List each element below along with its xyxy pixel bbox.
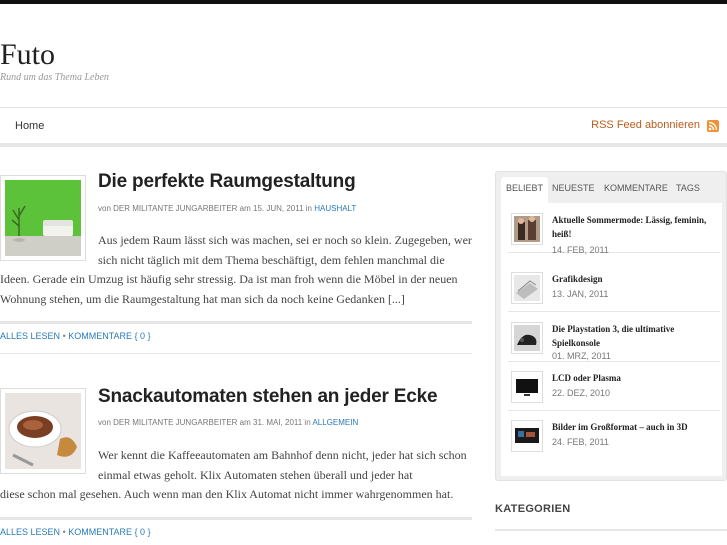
site-title[interactable]: Futo xyxy=(0,38,55,72)
main-nav: Home RSS Feed abonnieren xyxy=(0,107,727,147)
post-footer: ALLES LESEN • KOMMENTARE { 0 } xyxy=(0,517,472,537)
post-title[interactable]: Snackautomaten stehen an jeder Ecke xyxy=(98,386,438,408)
comments-link[interactable]: KOMMENTARE { 0 } xyxy=(68,527,150,537)
post-title[interactable]: Die perfekte Raumgestaltung xyxy=(98,171,356,193)
list-item[interactable]: Aktuelle Sommermode: Lässig, feminin, he… xyxy=(508,204,720,255)
item-date: 22. DEZ, 2010 xyxy=(552,388,611,398)
item-thumbnail[interactable] xyxy=(511,272,543,304)
item-date: 13. JAN, 2011 xyxy=(552,289,609,299)
post-meta: von DER MILITANTE JUNGARBEITER am 31. MA… xyxy=(98,418,358,427)
site-tagline: Rund um das Thema Leben xyxy=(0,72,109,83)
tab-beliebt[interactable]: BELIEBT xyxy=(501,177,549,203)
item-title[interactable]: Aktuelle Sommermode: Lässig, feminin, he… xyxy=(552,213,718,241)
list-item[interactable]: Die Playstation 3, die ultimative Spielk… xyxy=(508,313,720,362)
comments-link[interactable]: KOMMENTARE { 0 } xyxy=(68,331,150,341)
3d-tv-image xyxy=(514,423,540,449)
tab-neueste[interactable]: NEUESTE xyxy=(547,177,600,203)
post-category-link[interactable]: HAUSHALT xyxy=(314,204,356,213)
list-item[interactable]: Grafikdesign 13. JAN, 2011 xyxy=(508,263,720,312)
categories-heading: KATEGORIEN xyxy=(495,503,571,515)
read-more-link[interactable]: ALLES LESEN xyxy=(0,527,60,537)
excerpt-rest: Ideen. Gerade ein Umzug ist häufig sehr … xyxy=(0,272,458,306)
excerpt-first: Aus jedem Raum lässt sich was machen, se… xyxy=(98,233,472,267)
playstation-image xyxy=(514,325,540,351)
item-title[interactable]: Grafikdesign xyxy=(552,272,718,286)
design-image xyxy=(514,275,540,301)
list-item[interactable]: LCD oder Plasma 22. DEZ, 2010 xyxy=(508,362,720,411)
item-date: 24. FEB, 2011 xyxy=(552,437,609,447)
item-title[interactable]: Die Playstation 3, die ultimative Spielk… xyxy=(552,322,718,350)
post-meta: von DER MILITANTE JUNGARBEITER am 15. JU… xyxy=(98,204,356,213)
post-divider xyxy=(0,353,472,354)
post-excerpt: Aus jedem Raum lässt sich was machen, se… xyxy=(0,231,472,309)
item-date: 14. FEB, 2011 xyxy=(552,245,609,255)
item-title[interactable]: LCD oder Plasma xyxy=(552,371,718,385)
rss-icon[interactable] xyxy=(707,120,719,132)
excerpt-rest: diese schon mal gesehen. Auch wenn man d… xyxy=(0,487,454,501)
rss-link[interactable]: RSS Feed abonnieren xyxy=(591,119,700,131)
top-bar xyxy=(0,0,727,4)
tab-panel: Aktuelle Sommermode: Lässig, feminin, he… xyxy=(501,203,722,476)
post-author-date: von DER MILITANTE JUNGARBEITER am 31. MA… xyxy=(98,418,311,427)
post-category-link[interactable]: ALLGEMEIN xyxy=(312,418,358,427)
post-author-date: von DER MILITANTE JUNGARBEITER am 15. JU… xyxy=(98,204,312,213)
item-thumbnail[interactable] xyxy=(511,213,543,245)
post-excerpt: Wer kennt die Kaffeeautomaten am Bahnhof… xyxy=(0,446,472,505)
item-title[interactable]: Bilder im Großformat – auch in 3D xyxy=(552,420,718,434)
nav-home-link[interactable]: Home xyxy=(15,120,44,132)
list-item[interactable]: Bilder im Großformat – auch in 3D 24. FE… xyxy=(508,411,720,460)
item-thumbnail[interactable] xyxy=(511,371,543,403)
excerpt-first: Wer kennt die Kaffeeautomaten am Bahnhof… xyxy=(98,448,467,482)
item-thumbnail[interactable] xyxy=(511,322,543,354)
post-footer: ALLES LESEN • KOMMENTARE { 0 } xyxy=(0,321,472,341)
fashion-image xyxy=(514,216,540,242)
tab-tags[interactable]: TAGS xyxy=(671,177,705,203)
item-thumbnail[interactable] xyxy=(511,420,543,452)
read-more-link[interactable]: ALLES LESEN xyxy=(0,331,60,341)
categories-divider xyxy=(495,529,727,531)
item-date: 01. MRZ, 2011 xyxy=(552,351,611,361)
sidebar-tab-widget: BELIEBT NEUESTE KOMMENTARE TAGS Aktuelle… xyxy=(495,171,727,481)
tab-kommentare[interactable]: KOMMENTARE xyxy=(599,177,673,203)
tv-image xyxy=(514,374,540,400)
